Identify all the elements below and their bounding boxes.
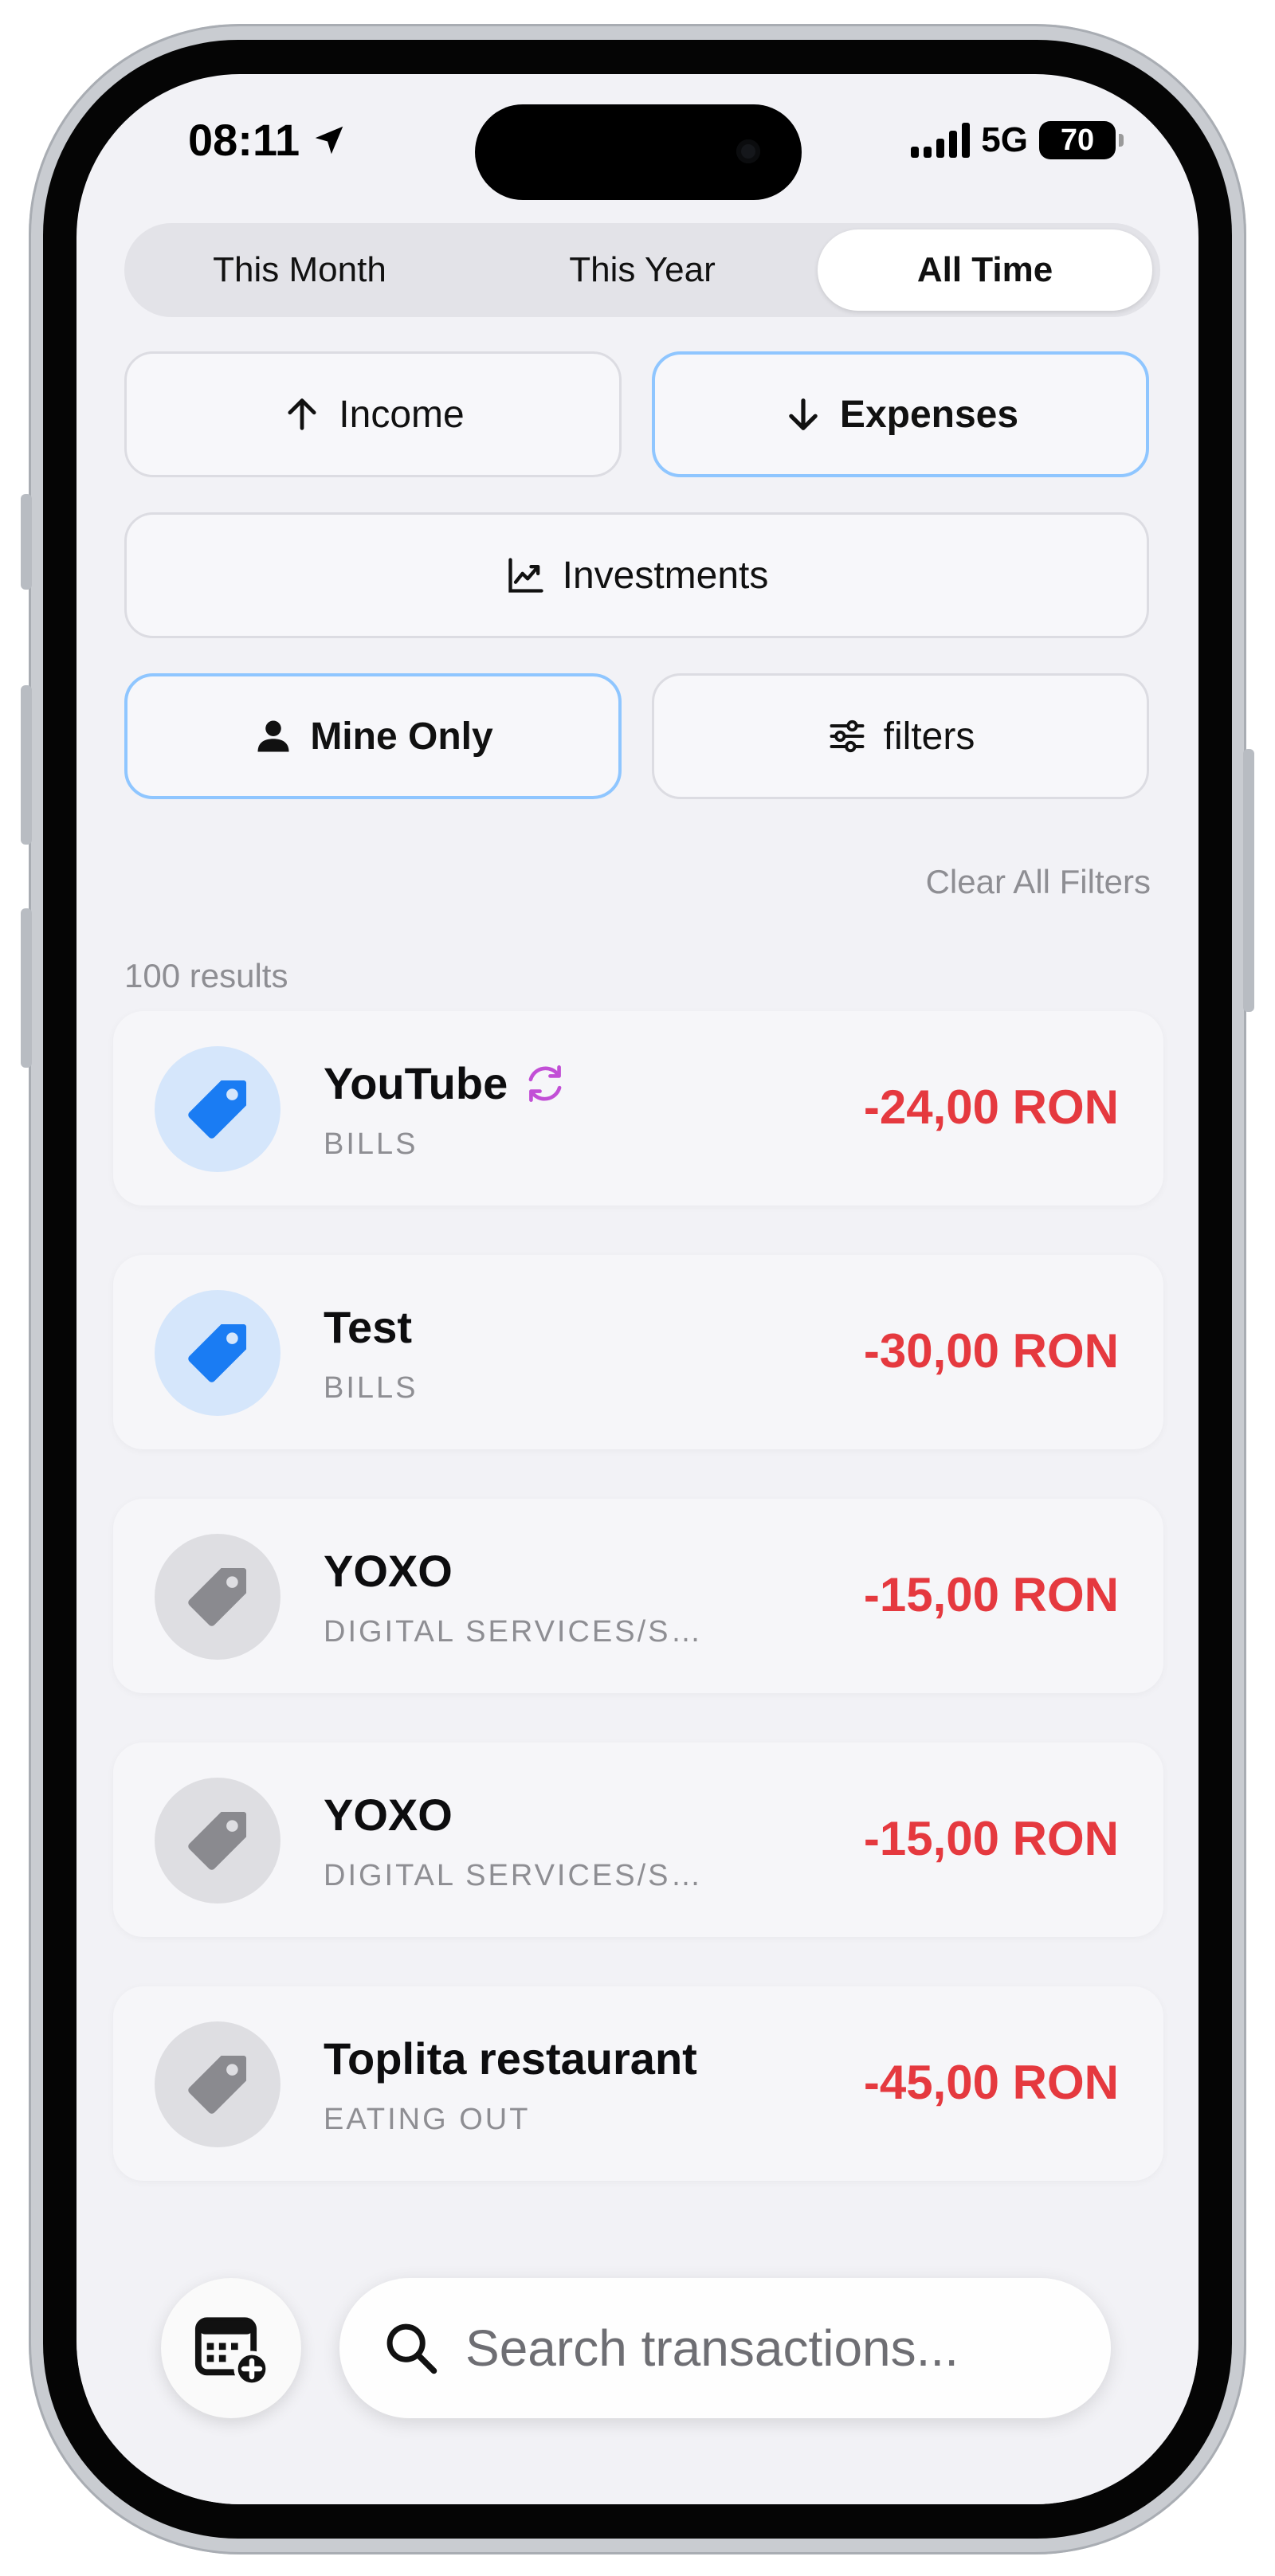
tag-icon	[188, 1811, 247, 1870]
mine-only-button[interactable]: Mine Only	[124, 673, 622, 799]
status-indicators: 5G 70	[911, 120, 1124, 160]
income-label: Income	[339, 393, 465, 436]
income-filter-button[interactable]: Income	[124, 351, 622, 477]
clock: 08:11	[188, 115, 300, 165]
tab-this-year[interactable]: This Year	[475, 229, 810, 311]
category-icon-badge	[155, 1534, 280, 1660]
investments-label: Investments	[562, 554, 769, 597]
transaction-category: DIGITAL SERVICES/SUBS…	[324, 1615, 722, 1649]
transaction-name-text: Test	[324, 1302, 412, 1352]
battery-icon: 70	[1039, 121, 1124, 159]
search-placeholder: Search transactions...	[465, 2319, 959, 2377]
filters-button[interactable]: filters	[652, 673, 1149, 799]
transaction-category: EATING OUT	[324, 2103, 531, 2136]
transaction-name-text: YOXO	[324, 1790, 453, 1840]
recurring-icon	[528, 1065, 562, 1102]
tab-this-month[interactable]: This Month	[132, 229, 467, 311]
transaction-name: Toplita restaurant	[324, 2033, 697, 2084]
transaction-name-text: Toplita restaurant	[324, 2033, 697, 2084]
category-icon-badge	[155, 2021, 280, 2147]
camera-icon	[736, 139, 760, 163]
transaction-category: BILLS	[324, 1127, 418, 1161]
transaction-row[interactable]: YOXO DIGITAL SERVICES/SUBS… -15,00 RON	[113, 1743, 1163, 1937]
transaction-name-text: YOXO	[324, 1546, 453, 1596]
transaction-category: BILLS	[324, 1371, 418, 1405]
chart-line-icon	[508, 558, 543, 593]
search-bar[interactable]: Search transactions...	[339, 2278, 1111, 2418]
clear-all-filters-link[interactable]: Clear All Filters	[926, 863, 1151, 901]
transaction-amount: -45,00 RON	[863, 2056, 1119, 2109]
tag-icon	[188, 1080, 247, 1139]
transaction-row[interactable]: YouTube BILLS -24,00 RON	[113, 1011, 1163, 1206]
expenses-label: Expenses	[839, 393, 1019, 436]
mine-only-label: Mine Only	[310, 715, 493, 758]
search-icon	[386, 2323, 437, 2374]
transaction-name: Test	[324, 1301, 412, 1353]
power-button	[1243, 749, 1254, 1012]
expenses-filter-button[interactable]: Expenses	[652, 351, 1149, 477]
category-icon-badge	[155, 1046, 280, 1172]
transaction-amount: -30,00 RON	[863, 1324, 1119, 1378]
network-type: 5G	[981, 120, 1028, 159]
transaction-name: YOXO	[324, 1789, 453, 1841]
transaction-amount: -15,00 RON	[863, 1568, 1119, 1621]
filters-label: filters	[883, 715, 975, 758]
category-icon-badge	[155, 1290, 280, 1416]
transaction-category: DIGITAL SERVICES/SUBS…	[324, 1859, 722, 1892]
add-to-calendar-button[interactable]	[161, 2278, 301, 2418]
action-button	[21, 494, 32, 590]
tag-icon	[188, 2055, 247, 2114]
transaction-name: YouTube	[324, 1057, 570, 1109]
results-count: 100 results	[124, 957, 288, 994]
transaction-row[interactable]: Test BILLS -30,00 RON	[113, 1255, 1163, 1449]
tab-label: All Time	[916, 250, 1053, 289]
calendar-add-icon	[194, 2317, 270, 2387]
battery-level: 70	[1060, 123, 1095, 157]
sliders-icon	[830, 719, 865, 753]
arrow-down-icon	[789, 398, 818, 430]
transaction-row[interactable]: YOXO DIGITAL SERVICES/SUBS… -15,00 RON	[113, 1499, 1163, 1693]
transaction-name: YOXO	[324, 1545, 453, 1597]
transaction-row[interactable]: Toplita restaurant EATING OUT -45,00 RON	[113, 1986, 1163, 2181]
signal-icon	[911, 123, 971, 158]
arrow-up-icon	[288, 398, 316, 430]
location-arrow-icon	[315, 126, 343, 154]
category-icon-badge	[155, 1778, 280, 1904]
period-segmented-control: This Month This Year All Time	[124, 223, 1160, 317]
transaction-amount: -24,00 RON	[863, 1080, 1119, 1134]
tag-icon	[188, 1567, 247, 1626]
transaction-amount: -15,00 RON	[863, 1812, 1119, 1865]
tab-label: This Month	[213, 250, 386, 289]
tab-label: This Year	[569, 250, 716, 289]
volume-up-button	[21, 685, 32, 845]
status-time: 08:11	[188, 114, 347, 166]
volume-down-button	[21, 908, 32, 1068]
screen: 08:11 5G 70 This Month This Year All Tim…	[76, 74, 1198, 2504]
transaction-name-text: YouTube	[324, 1058, 508, 1108]
dynamic-island	[475, 104, 802, 200]
person-icon	[257, 720, 289, 752]
investments-filter-button[interactable]: Investments	[124, 512, 1149, 638]
tab-all-time[interactable]: All Time	[818, 229, 1152, 311]
tag-icon	[188, 1323, 247, 1382]
